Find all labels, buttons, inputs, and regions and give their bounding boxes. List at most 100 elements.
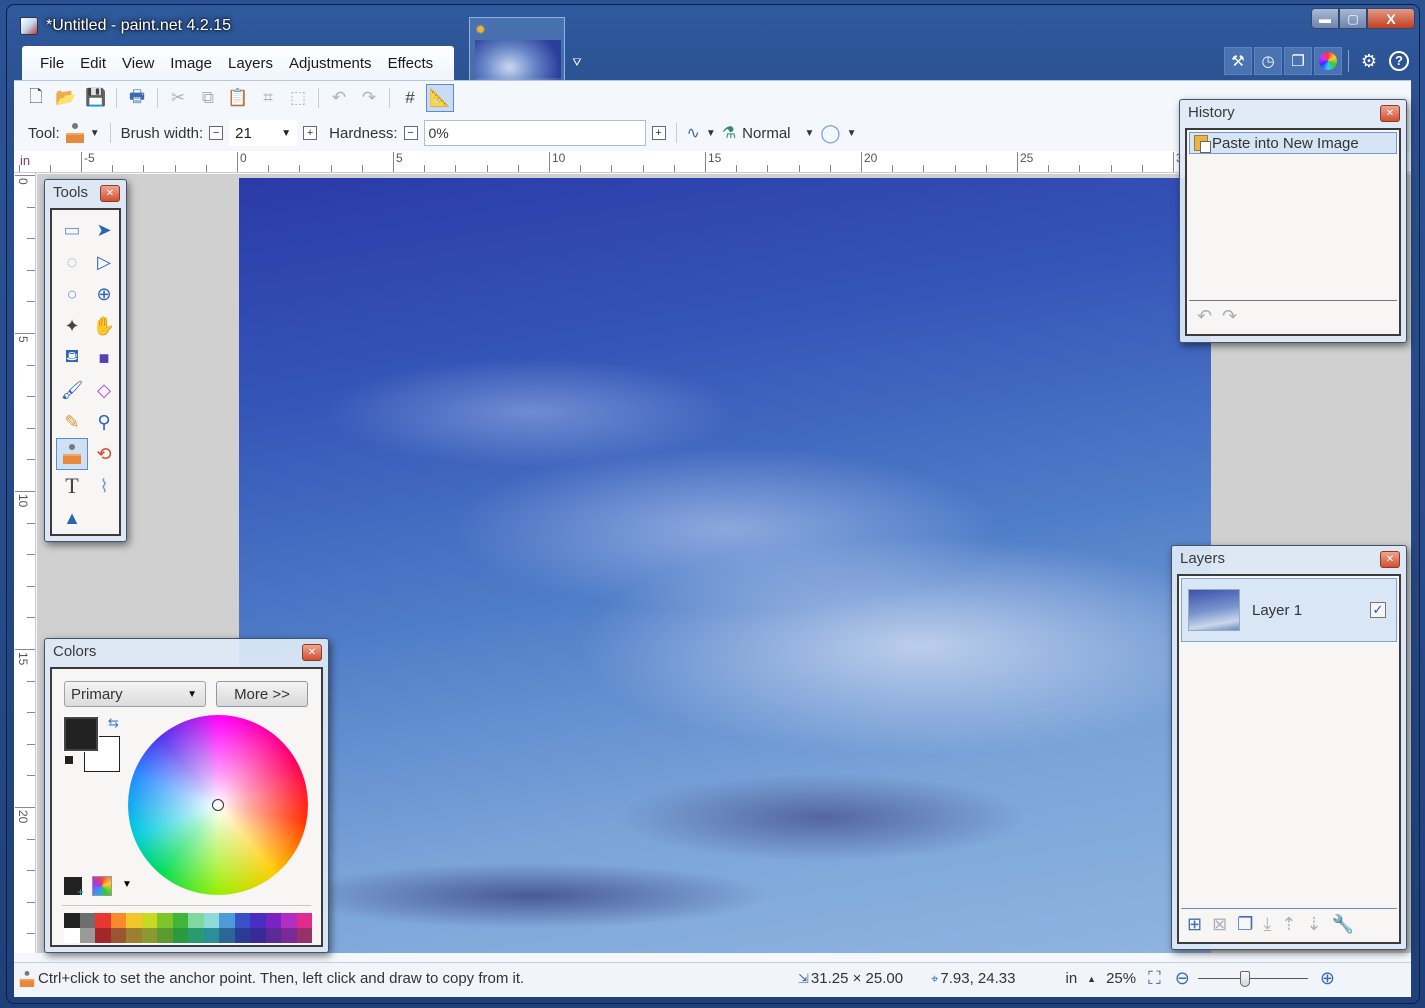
- zoom-slider-thumb[interactable]: [1239, 970, 1250, 987]
- duplicate-layer-icon[interactable]: ❐: [1237, 914, 1253, 935]
- palette-dropdown-icon[interactable]: ▼: [122, 879, 132, 890]
- palette-swatch[interactable]: [110, 913, 126, 928]
- brush-width-increase-button[interactable]: +: [303, 126, 318, 140]
- sampling-mode-icon[interactable]: ◯: [820, 123, 840, 144]
- tool-paintbrush[interactable]: 🖌: [56, 374, 88, 406]
- maximize-button[interactable]: ▢: [1339, 8, 1367, 29]
- tool-recolor[interactable]: ⟲: [88, 438, 120, 470]
- hardness-increase-button[interactable]: +: [651, 126, 666, 140]
- tool-clone-stamp[interactable]: [56, 438, 88, 470]
- menu-file[interactable]: File: [32, 55, 72, 72]
- palette-swatch[interactable]: [250, 913, 266, 928]
- history-redo-icon[interactable]: ↷: [1222, 306, 1237, 327]
- tool-eraser[interactable]: ◇: [88, 374, 120, 406]
- blend-mode-value[interactable]: Normal: [742, 125, 790, 142]
- colors-window-icon[interactable]: [1314, 47, 1342, 75]
- tools-panel-close-button[interactable]: ✕: [100, 185, 120, 202]
- palette-swatch[interactable]: [188, 913, 204, 928]
- tool-paint-bucket[interactable]: ⛾: [56, 342, 88, 374]
- colors-panel-close-button[interactable]: ✕: [302, 644, 322, 661]
- units-selector[interactable]: in: [1065, 970, 1077, 987]
- color-wheel-handle[interactable]: [212, 799, 224, 811]
- palette-swatch[interactable]: [126, 913, 142, 928]
- grid-toggle-button[interactable]: #: [396, 84, 424, 112]
- crop-to-selection-button[interactable]: ⌗: [254, 84, 282, 112]
- units-dropdown-icon[interactable]: ▲: [1087, 974, 1096, 984]
- primary-color-swatch[interactable]: [63, 716, 99, 752]
- history-panel-close-button[interactable]: ✕: [1380, 105, 1400, 122]
- palette-swatch[interactable]: [296, 913, 312, 928]
- menu-image[interactable]: Image: [162, 55, 220, 72]
- history-item[interactable]: Paste into New Image: [1189, 132, 1397, 154]
- palette-swatch[interactable]: [265, 913, 281, 928]
- menu-adjustments[interactable]: Adjustments: [281, 55, 380, 72]
- copy-button[interactable]: ⧉: [194, 84, 222, 112]
- palette-swatch[interactable]: [281, 913, 297, 928]
- image-canvas-sky-clouds[interactable]: [239, 178, 1211, 953]
- rulers-toggle-button[interactable]: 📐: [426, 84, 454, 112]
- antialiasing-icon[interactable]: ∿: [687, 123, 700, 143]
- reset-colors-icon[interactable]: [64, 755, 74, 765]
- more-colors-button[interactable]: More >>: [216, 681, 308, 707]
- palette-swatch[interactable]: [157, 913, 173, 928]
- tool-ellipse-select[interactable]: ○: [56, 278, 88, 310]
- tools-window-icon[interactable]: ⚒: [1224, 47, 1252, 75]
- layer-properties-icon[interactable]: 🔧: [1331, 914, 1353, 935]
- palette-swatch[interactable]: [126, 928, 142, 943]
- palette-swatch[interactable]: [110, 928, 126, 943]
- open-button[interactable]: 📂: [52, 84, 80, 112]
- hardness-decrease-button[interactable]: −: [403, 126, 418, 140]
- tool-dropdown-icon[interactable]: ▼: [90, 128, 100, 139]
- history-window-icon[interactable]: ◷: [1254, 47, 1282, 75]
- close-button[interactable]: X: [1367, 8, 1415, 29]
- tool-move-selected-pixels[interactable]: ➤: [88, 214, 120, 246]
- menu-edit[interactable]: Edit: [72, 55, 114, 72]
- undo-button[interactable]: ↶: [325, 84, 353, 112]
- add-layer-icon[interactable]: ⊞: [1187, 914, 1202, 935]
- brush-width-combo[interactable]: 21 ▼: [229, 120, 298, 146]
- zoom-in-icon[interactable]: ⊕: [1320, 968, 1335, 989]
- move-layer-down-icon[interactable]: ⇣: [1306, 914, 1321, 935]
- hardness-slider[interactable]: 0%: [423, 120, 646, 146]
- palette-swatch[interactable]: [219, 928, 235, 943]
- tool-line-curve[interactable]: ⌇: [88, 470, 120, 502]
- palette-swatch[interactable]: [95, 928, 111, 943]
- tool-gradient[interactable]: ■: [88, 342, 120, 374]
- palette-swatch[interactable]: [281, 928, 297, 943]
- brush-width-decrease-button[interactable]: −: [209, 126, 224, 140]
- tool-shapes[interactable]: ▲: [56, 502, 88, 534]
- swap-colors-icon[interactable]: ⇆: [108, 715, 119, 731]
- save-button[interactable]: 💾: [82, 84, 110, 112]
- palette-swatch[interactable]: [141, 928, 157, 943]
- layer-visibility-checkbox[interactable]: ✓: [1370, 602, 1386, 618]
- delete-layer-icon[interactable]: ⊠: [1212, 914, 1227, 935]
- palette-swatch[interactable]: [64, 913, 80, 928]
- tool-rectangle-select[interactable]: ▭: [56, 214, 88, 246]
- tool-color-picker[interactable]: ⚲: [88, 406, 120, 438]
- palette-swatch[interactable]: [172, 928, 188, 943]
- palette-swatch[interactable]: [64, 928, 80, 943]
- sampling-dropdown-icon[interactable]: ▼: [847, 128, 857, 139]
- new-image-button[interactable]: 🗋: [22, 84, 50, 112]
- palette-swatch[interactable]: [265, 928, 281, 943]
- print-button[interactable]: 🖶: [123, 84, 151, 112]
- redo-button[interactable]: ↷: [355, 84, 383, 112]
- palette-swatch[interactable]: [203, 928, 219, 943]
- help-icon[interactable]: ?: [1385, 47, 1413, 75]
- layer-row[interactable]: Layer 1 ✓: [1181, 578, 1397, 642]
- palette-icon[interactable]: [92, 876, 112, 896]
- zoom-level[interactable]: 25%: [1106, 970, 1136, 987]
- add-to-palette-icon[interactable]: +: [64, 877, 84, 899]
- palette-swatch[interactable]: [234, 928, 250, 943]
- palette-swatch[interactable]: [188, 928, 204, 943]
- palette-swatch[interactable]: [203, 913, 219, 928]
- palette-swatch[interactable]: [141, 913, 157, 928]
- menu-effects[interactable]: Effects: [380, 55, 442, 72]
- tool-move-selection[interactable]: ▷: [88, 246, 120, 278]
- move-layer-up-icon[interactable]: ⇡: [1281, 914, 1296, 935]
- minimize-button[interactable]: ▬: [1311, 8, 1339, 29]
- menu-layers[interactable]: Layers: [220, 55, 281, 72]
- clone-stamp-icon[interactable]: [65, 123, 84, 143]
- tool-pan[interactable]: ✋: [88, 310, 120, 342]
- palette-swatch[interactable]: [234, 913, 250, 928]
